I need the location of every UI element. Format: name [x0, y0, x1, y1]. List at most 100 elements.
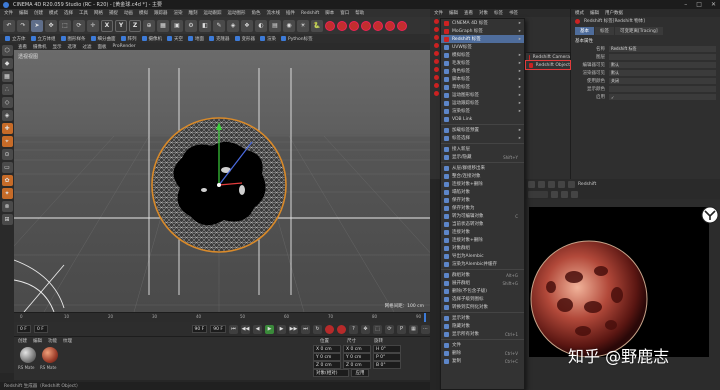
mode-button[interactable]: 立方体组 — [29, 35, 58, 43]
mode-button[interactable]: Python标签 — [279, 35, 315, 43]
viewport-menu-item[interactable]: ProRender — [113, 44, 136, 49]
menu-item[interactable]: 运动图形标签 ▸ — [441, 91, 524, 99]
attribute-tab[interactable]: 可变距离[Tracing] — [615, 27, 663, 35]
menu-item[interactable]: 捕捉 — [109, 10, 118, 16]
menu-item[interactable]: 当前状态转对象 — [441, 220, 524, 228]
select-tool-icon[interactable]: ➤ — [31, 19, 43, 32]
object-manager-menu-item[interactable]: 编辑 — [449, 10, 458, 16]
viewport-menu-item[interactable]: 摄像机 — [33, 44, 47, 50]
add-tool-icon[interactable]: ✛ — [87, 19, 99, 32]
material-menu-item[interactable]: 功能 — [48, 338, 57, 344]
menu-item[interactable]: 展开群组 Shift+G — [441, 279, 524, 287]
record-icon[interactable] — [325, 324, 334, 334]
key-move-icon[interactable]: ✥ — [361, 324, 370, 334]
axis-mode-icon[interactable]: ✚ — [1, 123, 13, 134]
coord-mode-select[interactable]: 对象(相对) — [313, 369, 349, 377]
menu-item[interactable]: 网格 — [94, 10, 103, 16]
prev-frame-icon[interactable]: ◀ — [253, 324, 262, 334]
python-icon[interactable]: 🐍 — [311, 19, 323, 32]
menu-item[interactable]: 复制 Ctrl+C — [441, 357, 524, 365]
menu-item[interactable]: 加载标签预置 ▸ — [441, 126, 524, 134]
next-key-icon[interactable]: ▶▶ — [289, 324, 298, 334]
menu-item[interactable]: 角色标签 ▸ — [441, 67, 524, 75]
menu-item[interactable]: 帮助 — [355, 10, 364, 16]
mode-button[interactable]: 立方体 — [3, 35, 28, 43]
current-frame-field[interactable]: 0 F — [34, 325, 48, 333]
viewport-menu-item[interactable]: 选项 — [68, 44, 77, 50]
render-view-tool-icon[interactable] — [558, 180, 565, 188]
mode-button[interactable]: 地面 — [186, 35, 206, 43]
autokey-icon[interactable] — [337, 324, 346, 334]
deformer-icon[interactable]: ◐ — [255, 19, 267, 32]
menu-item-redshift-object[interactable]: Redshift Object — [525, 60, 571, 70]
menu-item[interactable]: Redshift — [301, 11, 319, 16]
go-start-icon[interactable]: ⏮ — [229, 324, 238, 334]
redshift-icon-2[interactable] — [337, 20, 347, 31]
render-view-tool-icon[interactable] — [561, 190, 568, 198]
redshift-icon-7[interactable] — [397, 20, 407, 31]
menu-item[interactable]: 连接对象+删除 — [441, 236, 524, 244]
prev-key-icon[interactable]: ◀◀ — [241, 324, 250, 334]
tweak-mode-icon[interactable]: ⌖ — [1, 136, 13, 147]
axis-y-button[interactable]: Y — [115, 19, 127, 32]
coord-field[interactable]: B 0° — [373, 361, 401, 369]
lock-icon[interactable]: ⊗ — [1, 201, 13, 212]
menu-item[interactable]: 标签选择 ▸ — [441, 134, 524, 142]
menu-item[interactable]: 删除(不包含子级) — [441, 287, 524, 295]
menu-item[interactable]: 动画 — [124, 10, 133, 16]
coord-field[interactable]: Z 0 cm — [343, 361, 371, 369]
material-menu-item[interactable]: 编辑 — [33, 338, 42, 344]
attribute-value[interactable]: 关闭 — [609, 78, 716, 84]
max-frame-field[interactable]: 90 F — [210, 325, 226, 333]
texture-mode-icon[interactable]: ▦ — [1, 71, 13, 82]
menu-item[interactable]: 删除 Ctrl+V — [441, 349, 524, 357]
menu-item[interactable]: 从层/群组移出来 — [441, 164, 524, 172]
workplane-icon[interactable]: ▭ — [1, 162, 13, 173]
menu-item[interactable]: 转换到实例化对象 — [441, 303, 524, 311]
menu-item[interactable]: CINEMA 4D 标签 ▸ — [441, 19, 524, 27]
timeline[interactable]: 0 10 20 30 40 50 60 70 80 90 — [14, 312, 430, 322]
coord-field[interactable]: Z 0 cm — [313, 361, 341, 369]
redshift-icon-3[interactable] — [349, 20, 359, 31]
viewport-menu-item[interactable]: 面板 — [98, 44, 107, 50]
menu-item[interactable]: 连接对象 — [441, 228, 524, 236]
mode-button[interactable]: 摄像机 — [140, 35, 165, 43]
coord-apply-button[interactable]: 应用 — [351, 369, 369, 377]
minimize-icon[interactable]: – — [684, 1, 687, 8]
coord-system-icon[interactable]: ⊕ — [143, 19, 155, 32]
start-frame-field[interactable]: 0 F — [17, 325, 31, 333]
coord-field[interactable]: Y 0 cm — [313, 353, 341, 361]
coord-field[interactable]: H 0° — [373, 345, 401, 353]
menu-item[interactable]: 运动图形 — [228, 10, 246, 16]
attribute-value[interactable]: Redshift 标签 — [609, 46, 716, 52]
play-icon[interactable]: ▶ — [265, 324, 274, 334]
menu-item[interactable]: 显示所有对象 Ctrl+1 — [441, 330, 524, 338]
redshift-icon-1[interactable] — [325, 20, 335, 31]
menu-item[interactable]: 运动跟踪标签 ▸ — [441, 99, 524, 107]
menu-item[interactable]: UVW标签 — [441, 43, 524, 51]
menu-item[interactable]: 毛发标签 ▸ — [441, 59, 524, 67]
end-frame-field[interactable]: 90 F — [191, 325, 208, 333]
cube-icon[interactable]: ◧ — [199, 19, 211, 32]
make-editable-icon[interactable]: ⬡ — [1, 45, 13, 56]
menu-item[interactable]: VDB Link — [441, 115, 524, 123]
paint-icon[interactable]: ✦ — [1, 188, 13, 199]
menu-item[interactable]: 角色 — [252, 10, 261, 16]
sculpt-icon[interactable]: ✿ — [1, 175, 13, 186]
object-manager-menu-item[interactable]: 书签 — [509, 10, 518, 16]
menu-item[interactable]: 脚本标签 ▸ — [441, 75, 524, 83]
scale-tool-icon[interactable]: ⬚ — [59, 19, 71, 32]
menu-item[interactable]: 渲染 — [174, 10, 183, 16]
attribute-value[interactable]: ✓ — [609, 94, 716, 100]
menu-item[interactable]: 文件 — [4, 10, 13, 16]
attribute-menu-item[interactable]: 编辑 — [590, 10, 599, 16]
menu-item[interactable]: 选择子级到图标 — [441, 295, 524, 303]
menu-item[interactable]: 工具 — [79, 10, 88, 16]
move-tool-icon[interactable]: ✥ — [45, 19, 57, 32]
coord-field[interactable]: P 0° — [373, 353, 401, 361]
scene-icon[interactable]: ▤ — [269, 19, 281, 32]
attribute-menu-item[interactable]: 模式 — [575, 10, 584, 16]
redo-icon[interactable]: ↷ — [17, 19, 29, 32]
attribute-value[interactable] — [609, 54, 716, 60]
mode-button[interactable]: 图形样条 — [59, 35, 88, 43]
